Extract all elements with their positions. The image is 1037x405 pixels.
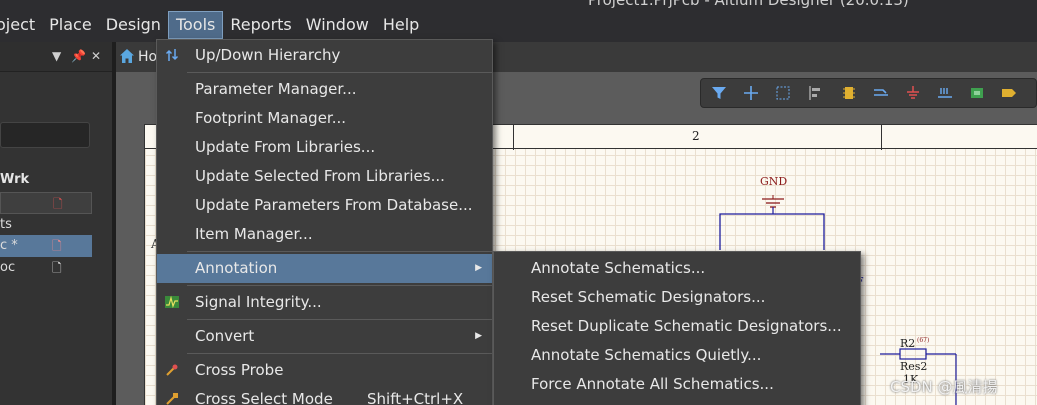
port-icon[interactable]	[1001, 85, 1017, 101]
project-folder[interactable]: ts	[0, 214, 92, 236]
menu-design[interactable]: Design	[99, 11, 168, 39]
menu-separator	[187, 353, 492, 354]
menu-help[interactable]: Help	[376, 11, 426, 39]
menu-separator	[187, 319, 492, 320]
menu-item-label: Convert	[195, 327, 255, 345]
schematic-doc-icon: 🗋	[52, 239, 62, 253]
harness-icon[interactable]	[969, 85, 985, 101]
workspace-label: Wrk	[0, 172, 30, 187]
shortcut-label: Shift+Ctrl+X	[367, 390, 464, 405]
menu-item-annotate-schematics-quietly[interactable]: Annotate Schematics Quietly...	[494, 341, 860, 370]
close-icon[interactable]: ✕	[91, 49, 101, 63]
project-folder-label: ts	[0, 217, 12, 232]
menu-item-label: Cross Select Mode	[195, 390, 333, 405]
menu-tools[interactable]: Tools	[167, 11, 224, 39]
document-item[interactable]: oc 🗋	[0, 257, 92, 279]
project-item[interactable]: 🗋	[0, 192, 92, 214]
menu-item-annotation[interactable]: Annotation ▶	[157, 254, 492, 283]
r2-index: (67)	[917, 337, 930, 344]
menu-item-label: Update Selected From Libraries...	[195, 167, 445, 185]
menu-item-cross-probe[interactable]: Cross Probe	[157, 356, 492, 385]
filter-icon[interactable]	[711, 85, 727, 101]
menu-item-update-selected-from-libraries[interactable]: Update Selected From Libraries...	[157, 162, 492, 191]
panel-header: ▼ 📌 ✕	[0, 42, 112, 72]
menu-item-cross-select-mode[interactable]: Cross Select Mode Shift+Ctrl+X	[157, 385, 492, 405]
menu-item-label: Reset Schematic Designators...	[531, 288, 766, 306]
res2-comment: Res2	[900, 360, 928, 373]
menu-item-label: Reset Duplicate Schematic Designators...	[531, 317, 842, 335]
menu-separator	[187, 72, 492, 73]
chevron-down-icon[interactable]: ▼	[52, 49, 61, 63]
menu-separator	[187, 285, 492, 286]
align-icon[interactable]	[807, 85, 823, 101]
altium-window: Project1.PrjPcb - Altium Designer (20.0.…	[0, 0, 1037, 405]
menu-item-label: Signal Integrity...	[195, 293, 322, 311]
part-icon[interactable]	[841, 85, 857, 101]
ruler-divider	[881, 125, 882, 150]
gnd-label: GND	[760, 175, 788, 188]
menu-item-convert[interactable]: Convert ▶	[157, 322, 492, 351]
menu-item-update-parameters-from-database[interactable]: Update Parameters From Database...	[157, 191, 492, 220]
menu-place[interactable]: Place	[42, 11, 99, 39]
menu-item-update-from-libraries[interactable]: Update From Libraries...	[157, 133, 492, 162]
menu-item-label: Force Annotate All Schematics...	[531, 375, 774, 393]
menu-item-label: Up/Down Hierarchy	[195, 46, 341, 64]
annotation-submenu: Annotate Schematics... Reset Schematic D…	[493, 251, 861, 405]
menu-item-up-down-hierarchy[interactable]: Up/Down Hierarchy	[157, 41, 492, 70]
home-tab-label[interactable]: Ho	[138, 49, 157, 65]
menu-item-annotate-schematics[interactable]: Annotate Schematics...	[494, 254, 860, 283]
hierarchy-icon	[165, 49, 179, 61]
menu-item-label: Annotation	[195, 259, 278, 277]
schematic-document-label: c *	[0, 238, 18, 253]
menu-item-item-manager[interactable]: Item Manager...	[157, 220, 492, 249]
panel-search-input[interactable]	[0, 122, 90, 148]
menu-window[interactable]: Window	[299, 11, 376, 39]
menu-bar: oject Place Design Tools Reports Window …	[0, 8, 1037, 42]
submenu-arrow-icon: ▶	[475, 331, 482, 341]
select-rect-icon[interactable]	[775, 85, 791, 101]
cross-icon[interactable]	[743, 85, 759, 101]
menu-item-signal-integrity[interactable]: Signal Integrity...	[157, 288, 492, 317]
doc-icon: 🗋	[52, 261, 62, 275]
cross-select-icon	[166, 393, 178, 405]
schematic-document-item[interactable]: c * 🗋	[0, 235, 92, 257]
watermark: CSDN @風清揚	[890, 378, 998, 396]
active-bar	[700, 78, 1037, 108]
home-icon	[120, 49, 134, 63]
menu-item-label: Parameter Manager...	[195, 80, 357, 98]
menu-item-label: Cross Probe	[195, 361, 284, 379]
menu-item-label: Annotate Schematics Quietly...	[531, 346, 762, 364]
tools-menu: Up/Down Hierarchy Parameter Manager... F…	[156, 39, 493, 405]
schematic-doc-icon: 🗋	[53, 197, 63, 211]
ruler-divider	[513, 125, 514, 150]
ruler-number: 2	[692, 129, 700, 143]
menu-item-parameter-manager[interactable]: Parameter Manager...	[157, 75, 492, 104]
net-label-icon[interactable]	[937, 85, 953, 101]
menu-project[interactable]: oject	[0, 11, 42, 39]
menu-item-label: Annotate Schematics...	[531, 259, 706, 277]
projects-panel: ▼ 📌 ✕ Wrk 🗋 ts c * 🗋 oc 🗋	[0, 42, 112, 405]
menu-item-reset-schematic-designators[interactable]: Reset Schematic Designators...	[494, 283, 860, 312]
submenu-arrow-icon: ▶	[475, 263, 482, 273]
menu-item-label: Update From Libraries...	[195, 138, 376, 156]
pin-icon[interactable]: 📌	[71, 49, 86, 63]
menu-item-footprint-manager[interactable]: Footprint Manager...	[157, 104, 492, 133]
signal-integrity-icon	[165, 295, 179, 308]
menu-item-label: Update Parameters From Database...	[195, 196, 473, 214]
menu-item-label: Item Manager...	[195, 225, 313, 243]
cross-probe-icon	[166, 364, 178, 376]
r2-designator: R2	[900, 337, 916, 350]
menu-item-label: Footprint Manager...	[195, 109, 347, 127]
menu-reports[interactable]: Reports	[223, 11, 298, 39]
menu-separator	[187, 251, 492, 252]
power-port-icon[interactable]	[905, 85, 921, 101]
bus-icon[interactable]	[873, 85, 889, 101]
menu-item-reset-duplicate-schematic-designators[interactable]: Reset Duplicate Schematic Designators...	[494, 312, 860, 341]
menu-item-force-annotate-all-schematics[interactable]: Force Annotate All Schematics...	[494, 370, 860, 399]
document-label: oc	[0, 260, 16, 275]
